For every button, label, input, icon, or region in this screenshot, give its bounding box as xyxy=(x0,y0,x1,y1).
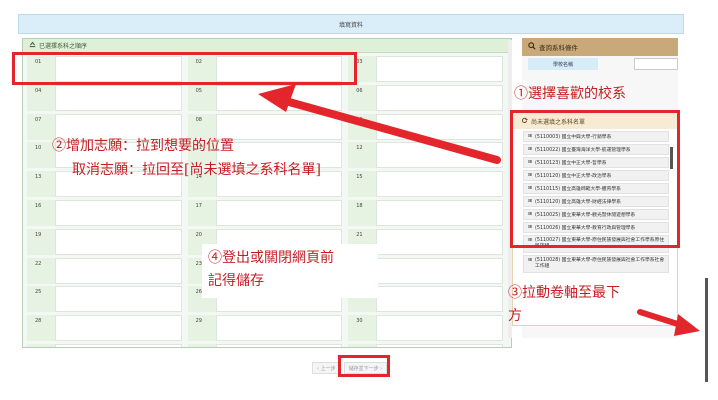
annotation-arrows xyxy=(258,84,700,336)
annotation-scroll-down-cont: 方 xyxy=(508,308,522,324)
annotation-remove-choice: 取消志願：拉回至[尚未選填之系科名單] xyxy=(72,162,321,178)
annotation-add-choice: ②增加志願：拉到想要的位置 xyxy=(52,138,234,154)
arrow-to-scrollbar xyxy=(637,309,700,336)
arrow-to-first-row xyxy=(258,84,501,164)
annotation-select-school: ①選擇喜歡的校系 xyxy=(514,86,626,102)
annotation-save-reminder: ④登出或關閉網頁前 xyxy=(208,250,334,266)
annotation-scroll-down: ③拉動卷軸至最下 xyxy=(508,285,620,301)
annotation-save-reminder-cont: 記得儲存 xyxy=(208,273,264,289)
